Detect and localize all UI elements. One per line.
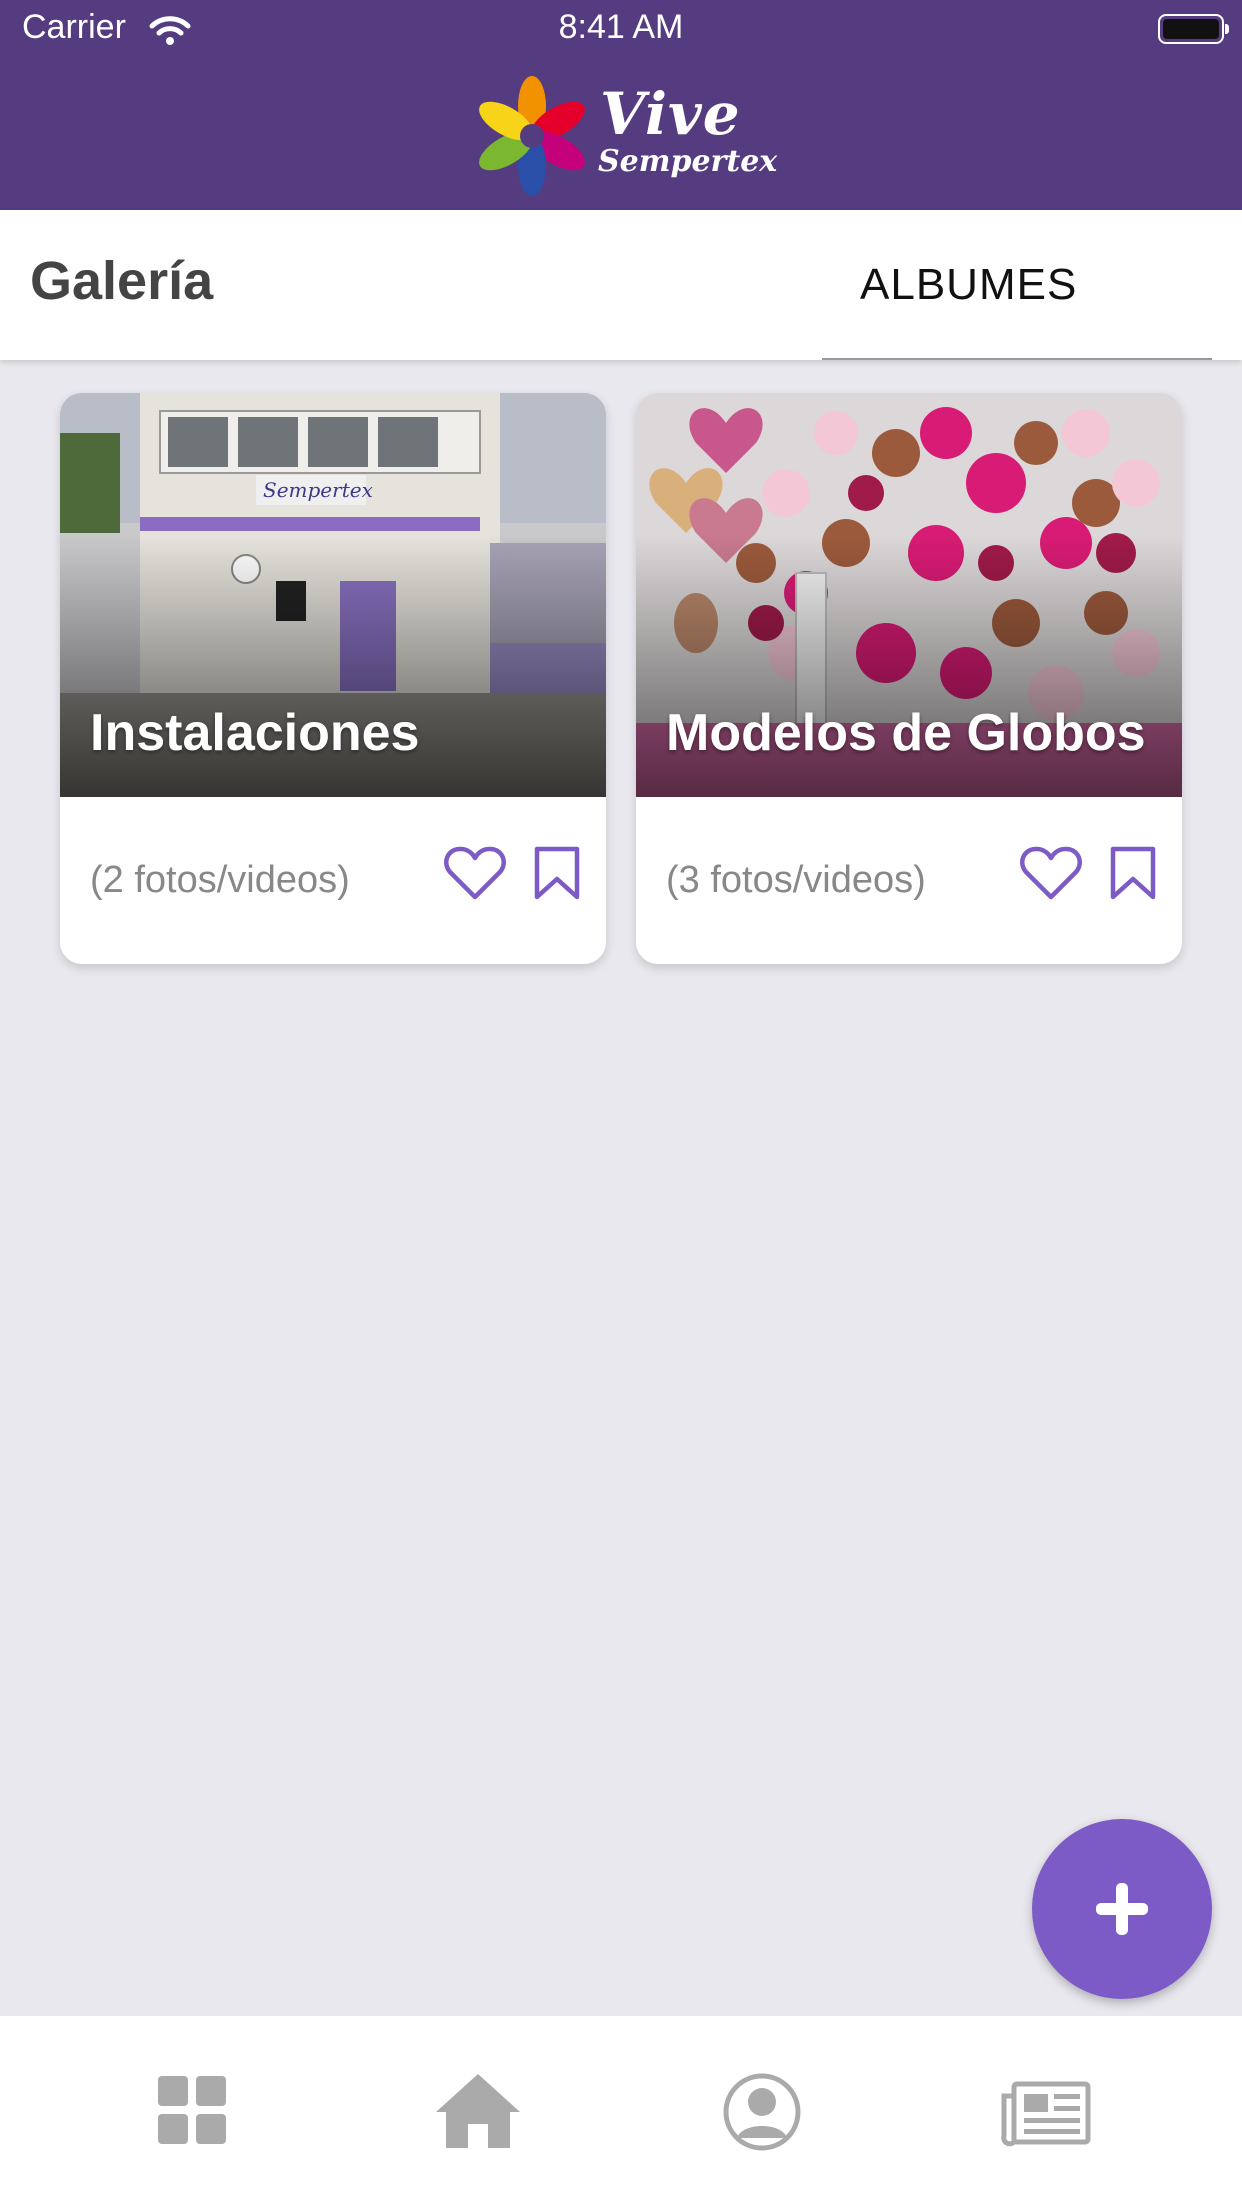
grid-icon xyxy=(158,2076,226,2144)
nav-gallery[interactable] xyxy=(142,2066,242,2156)
vive-sempertex-logo: Vive Sempertex xyxy=(474,74,778,196)
tab-albumes-label: ALBUMES xyxy=(860,260,1078,309)
add-album-button[interactable] xyxy=(1032,1819,1212,1999)
album-count: (3 fotos/videos) xyxy=(666,859,926,901)
tab-albumes[interactable]: ALBUMES xyxy=(822,210,1212,360)
page-title: Galería xyxy=(30,251,214,311)
album-count: (2 fotos/videos) xyxy=(90,859,350,901)
bookmark-icon[interactable] xyxy=(1108,845,1158,901)
battery-icon xyxy=(1158,14,1229,44)
status-time: 8:41 AM xyxy=(558,8,684,46)
album-title: Modelos de Globos xyxy=(666,704,1146,762)
nav-home[interactable] xyxy=(428,2066,528,2156)
album-cover-image: Sempertex Instalaciones xyxy=(60,393,606,797)
home-icon xyxy=(436,2074,520,2148)
user-icon xyxy=(723,2073,801,2151)
gallery-header: Galería ALBUMES xyxy=(0,210,1242,360)
logo-brand-text: Sempertex xyxy=(598,144,778,179)
album-card-modelos-de-globos[interactable]: Modelos de Globos (3 fotos/videos) xyxy=(636,393,1182,964)
logo-script-text: Vive xyxy=(600,80,741,148)
status-bar: Carrier 8:41 AM xyxy=(0,0,1242,60)
nav-profile[interactable] xyxy=(712,2066,812,2156)
bottom-nav xyxy=(0,2016,1242,2208)
app-header: Vive Sempertex xyxy=(0,60,1242,210)
bookmark-icon[interactable] xyxy=(532,845,582,901)
plus-icon xyxy=(1096,1883,1148,1935)
album-cover-image: Modelos de Globos xyxy=(636,393,1182,797)
heart-icon[interactable] xyxy=(444,845,506,901)
album-title: Instalaciones xyxy=(90,704,420,762)
heart-icon[interactable] xyxy=(1020,845,1082,901)
album-card-instalaciones[interactable]: Sempertex Instalaciones (2 fotos/videos) xyxy=(60,393,606,964)
newspaper-icon xyxy=(1001,2081,1091,2147)
nav-news[interactable] xyxy=(996,2066,1096,2156)
